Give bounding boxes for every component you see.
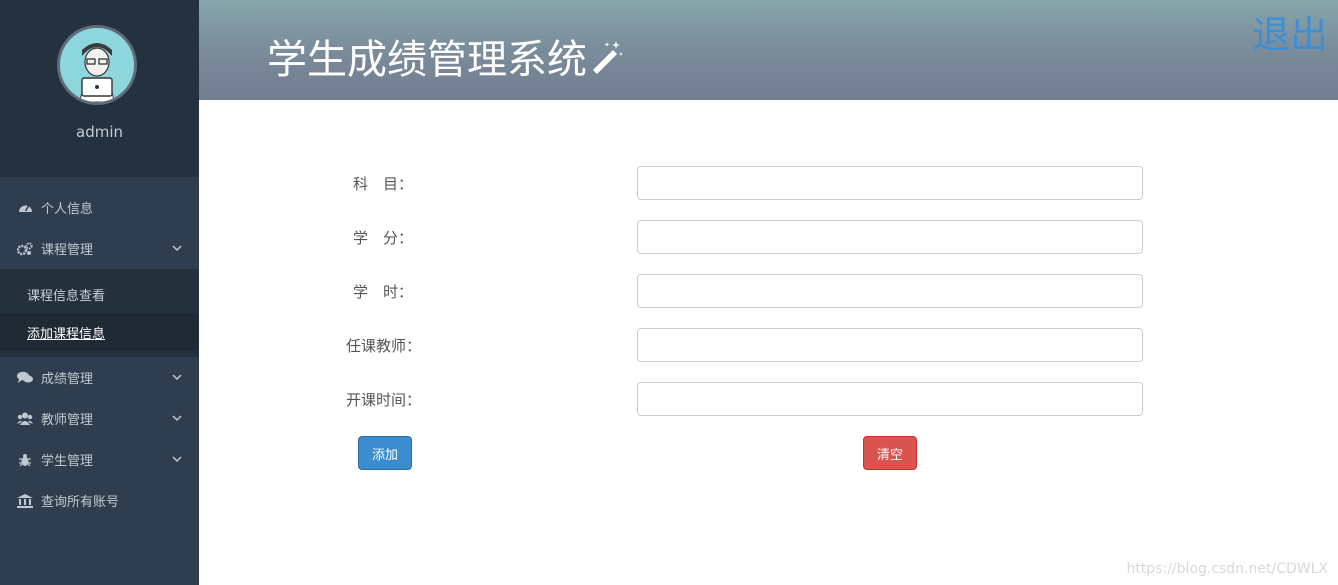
username: admin xyxy=(76,123,123,141)
profile-panel: admin xyxy=(0,0,199,177)
form-row-subject: 科 目： xyxy=(0,166,1338,200)
credit-input[interactable] xyxy=(637,220,1143,254)
dashboard-icon xyxy=(17,200,33,216)
credit-label: 学 分： xyxy=(353,229,414,247)
page-title: 学生成绩管理系统 xyxy=(267,27,625,85)
magic-wand-icon xyxy=(593,41,623,74)
sidebar-item-label: 查询所有账号 xyxy=(41,495,120,510)
teacher-input[interactable] xyxy=(637,328,1143,362)
sidebar-item-label: 学生管理 xyxy=(41,454,94,469)
watermark: https://blog.csdn.net/CDWLX xyxy=(1126,561,1328,577)
form-row-credit: 学 分： xyxy=(0,220,1338,254)
chevron-down-icon xyxy=(172,456,182,463)
title-text: 学生成绩管理系统 xyxy=(267,37,587,83)
avatar[interactable] xyxy=(57,25,137,105)
start-time-label: 开课时间： xyxy=(346,391,422,409)
sidebar-item-student-management[interactable]: 学生管理 xyxy=(0,439,199,480)
add-button[interactable]: 添加 xyxy=(358,436,412,470)
form-row-start-time: 开课时间： xyxy=(0,382,1338,416)
teacher-label: 任课教师： xyxy=(346,337,422,355)
start-time-input[interactable] xyxy=(637,382,1143,416)
form-row-hours: 学 时： xyxy=(0,274,1338,308)
hours-input[interactable] xyxy=(637,274,1143,308)
logout-link[interactable]: 退出 xyxy=(1252,4,1328,59)
bug-icon xyxy=(17,452,33,468)
sidebar-item-label: 个人信息 xyxy=(41,202,94,217)
page-header: 学生成绩管理系统 退出 xyxy=(199,0,1338,100)
clear-button[interactable]: 清空 xyxy=(863,436,917,470)
form-row-teacher: 任课教师： xyxy=(0,328,1338,362)
bank-icon xyxy=(17,493,33,509)
subject-input[interactable] xyxy=(637,166,1143,200)
subject-label: 科 目： xyxy=(353,175,414,193)
sidebar-item-all-accounts[interactable]: 查询所有账号 xyxy=(0,480,199,521)
hours-label: 学 时： xyxy=(353,283,414,301)
